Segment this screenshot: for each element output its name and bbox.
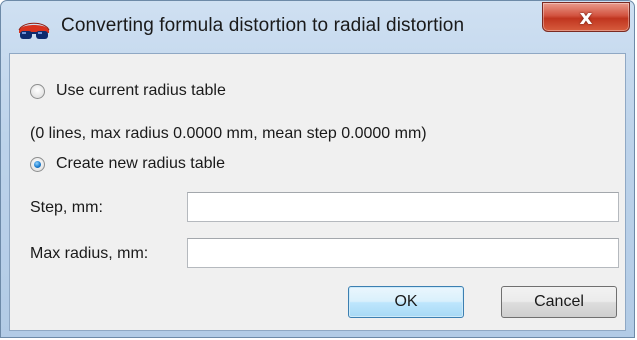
red-glasses-app-icon [18, 22, 50, 39]
close-icon: x [579, 5, 593, 29]
step-input[interactable] [187, 192, 619, 222]
max-radius-label: Max radius, mm: [30, 245, 149, 262]
create-new-label: Create new radius table [56, 155, 225, 172]
create-new-radius-table-option[interactable]: Create new radius table [30, 155, 225, 173]
dialog-window: Converting formula distortion to radial … [0, 0, 635, 338]
use-current-radio[interactable] [30, 83, 45, 99]
close-button[interactable]: x [542, 2, 630, 32]
use-current-radius-table-option[interactable]: Use current radius table [30, 82, 226, 100]
create-new-radio[interactable] [30, 156, 45, 172]
max-radius-input[interactable] [187, 238, 619, 268]
ok-button[interactable]: OK [348, 286, 464, 318]
cancel-button[interactable]: Cancel [501, 286, 617, 318]
step-label: Step, mm: [30, 199, 103, 216]
current-table-info: (0 lines, max radius 0.0000 mm, mean ste… [30, 125, 427, 142]
use-current-label: Use current radius table [56, 82, 226, 99]
title-bar[interactable]: Converting formula distortion to radial … [1, 1, 634, 53]
dialog-content: Use current radius table (0 lines, max r… [9, 53, 626, 331]
window-title: Converting formula distortion to radial … [61, 15, 465, 36]
